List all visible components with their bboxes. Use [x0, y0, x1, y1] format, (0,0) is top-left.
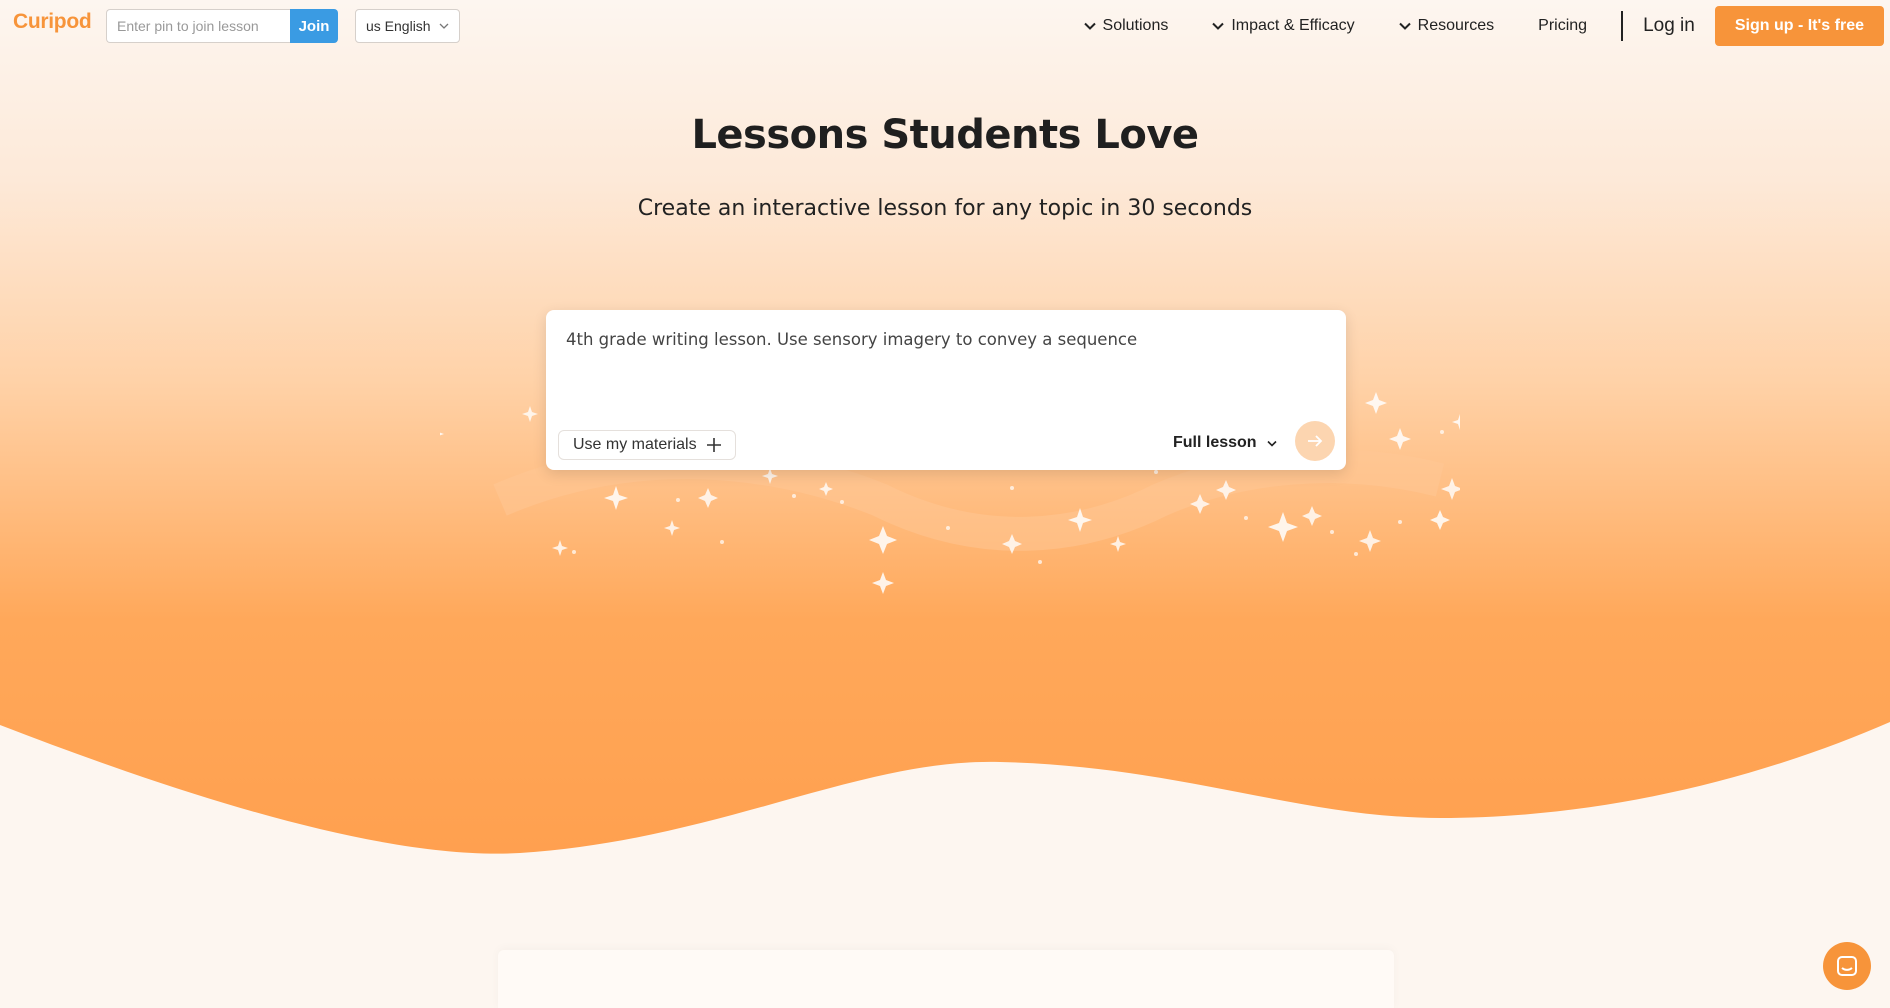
content-preview-card	[498, 950, 1394, 1008]
lesson-mode-select[interactable]: Full lesson	[1173, 428, 1277, 458]
nav-resources[interactable]: Resources	[1398, 17, 1495, 35]
login-link[interactable]: Log in	[1643, 15, 1695, 37]
language-label: us English	[366, 18, 431, 34]
nav-links: Solutions Impact & Efficacy Resources Pr…	[1083, 0, 1890, 52]
chevron-down-icon	[1083, 22, 1096, 30]
hero-wave	[0, 722, 1890, 900]
join-button[interactable]: Join	[290, 9, 338, 43]
join-lesson-form: Join	[106, 9, 338, 43]
chevron-down-icon	[1212, 22, 1225, 30]
signup-button[interactable]: Sign up - It's free	[1714, 6, 1884, 46]
lesson-mode-label: Full lesson	[1173, 434, 1257, 451]
language-select[interactable]: us English	[355, 9, 460, 43]
top-nav: Curipod Join us English Solutions Impact…	[0, 0, 1890, 52]
nav-pricing[interactable]: Pricing	[1538, 17, 1587, 35]
arrow-right-icon	[1308, 435, 1323, 447]
nav-solutions-label: Solutions	[1102, 17, 1169, 34]
lesson-prompt-input[interactable]: 4th grade writing lesson. Use sensory im…	[566, 328, 1306, 388]
chevron-down-icon	[439, 23, 449, 29]
lesson-prompt-card: 4th grade writing lesson. Use sensory im…	[546, 310, 1346, 470]
nav-solutions[interactable]: Solutions	[1083, 17, 1169, 35]
nav-impact-efficacy[interactable]: Impact & Efficacy	[1212, 17, 1355, 35]
curipod-logo[interactable]: Curipod	[13, 10, 92, 34]
chevron-down-icon	[1398, 22, 1411, 30]
chat-icon	[1837, 956, 1857, 976]
use-materials-label: Use my materials	[573, 436, 697, 453]
hero-subtitle: Create an interactive lesson for any top…	[637, 196, 1253, 221]
nav-resources-label: Resources	[1417, 17, 1495, 34]
hero-title: Lessons Students Love	[691, 112, 1199, 158]
lesson-pin-input[interactable]	[106, 9, 290, 43]
support-chat-button[interactable]	[1823, 942, 1871, 990]
chevron-down-icon	[1267, 440, 1277, 447]
plus-icon	[706, 438, 721, 452]
nav-impact-efficacy-label: Impact & Efficacy	[1231, 17, 1355, 34]
use-materials-button[interactable]: Use my materials	[558, 430, 736, 460]
nav-divider	[1621, 11, 1624, 41]
generate-lesson-button[interactable]	[1295, 421, 1335, 461]
